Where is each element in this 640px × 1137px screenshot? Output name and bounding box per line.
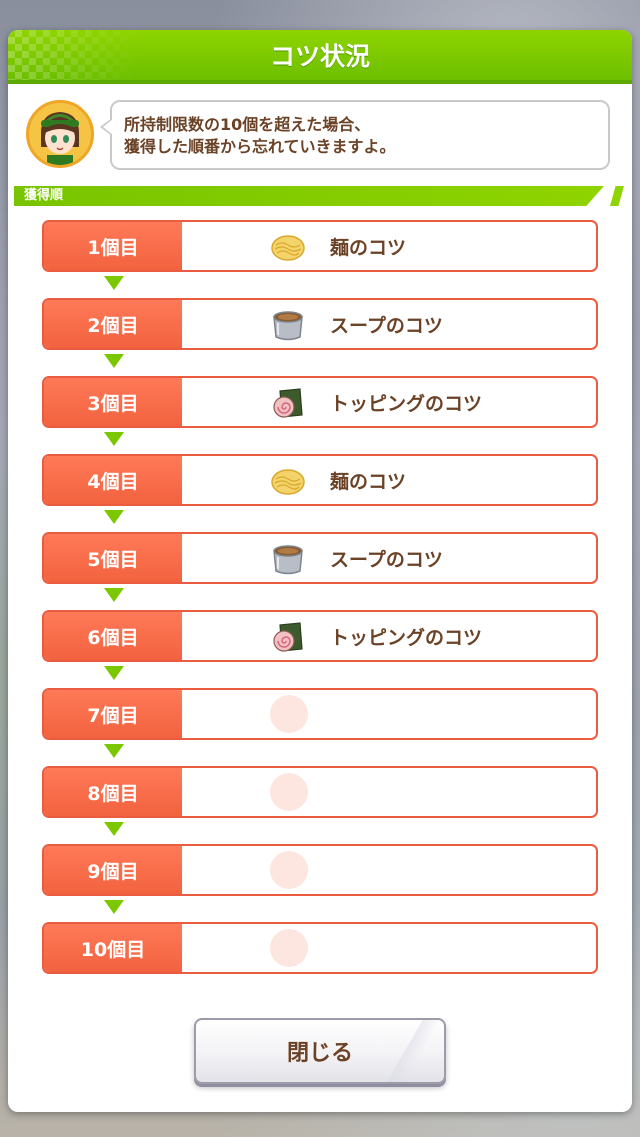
noodle-icon xyxy=(271,469,305,495)
empty-slot-icon xyxy=(270,851,308,889)
down-arrow-icon xyxy=(104,432,124,446)
down-arrow-icon xyxy=(104,588,124,602)
down-arrow-icon xyxy=(104,744,124,758)
tips-status-dialog: コツ状況 所持制限数の10個を超えた場合、 獲得した順番から忘れていきますよ。 xyxy=(8,30,632,1112)
empty-slot-icon xyxy=(270,929,308,967)
slot-number: 7個目 xyxy=(44,690,182,738)
down-arrow-icon xyxy=(104,666,124,680)
message-row: 所持制限数の10個を超えた場合、 獲得した順番から忘れていきますよ。 xyxy=(26,100,616,172)
character-avatar xyxy=(26,100,94,168)
slot-row: 8個目 xyxy=(42,766,598,818)
message-line-1: 所持制限数の10個を超えた場合、 xyxy=(124,115,371,134)
slot-number: 10個目 xyxy=(44,924,182,972)
slot-number: 4個目 xyxy=(44,456,182,504)
noodle-icon xyxy=(271,235,305,261)
slot-item-name: スープのコツ xyxy=(330,548,443,571)
speech-bubble: 所持制限数の10個を超えた場合、 獲得した順番から忘れていきますよ。 xyxy=(100,100,610,170)
empty-slot-icon xyxy=(270,773,308,811)
slot-row: 3個目 トッピングのコツ xyxy=(42,376,598,428)
slot-item-name: 麺のコツ xyxy=(330,236,407,259)
down-arrow-icon xyxy=(104,900,124,914)
slot-number: 8個目 xyxy=(44,768,182,816)
message-line-2: 獲得した順番から忘れていきますよ。 xyxy=(124,137,396,156)
slot-row: 5個目 スープのコツ xyxy=(42,532,598,584)
slot-number: 9個目 xyxy=(44,846,182,894)
slot-row: 2個目 スープのコツ xyxy=(42,298,598,350)
slot-number: 1個目 xyxy=(44,222,182,270)
dialog-header: コツ状況 xyxy=(8,30,632,84)
section-label: 獲得順 xyxy=(24,188,64,203)
slot-number: 6個目 xyxy=(44,612,182,660)
slot-item-name: スープのコツ xyxy=(330,314,443,337)
down-arrow-icon xyxy=(104,276,124,290)
slot-row: 4個目 麺のコツ xyxy=(42,454,598,506)
empty-slot-icon xyxy=(270,695,308,733)
slot-row: 7個目 xyxy=(42,688,598,740)
down-arrow-icon xyxy=(104,354,124,368)
soup-pot-icon xyxy=(273,311,303,341)
slot-row: 6個目 トッピングのコツ xyxy=(42,610,598,662)
slot-row: 10個目 xyxy=(42,922,598,974)
slot-row: 9個目 xyxy=(42,844,598,896)
down-arrow-icon xyxy=(104,510,124,524)
slot-item-name: トッピングのコツ xyxy=(330,392,483,415)
slot-number: 3個目 xyxy=(44,378,182,426)
dialog-title: コツ状況 xyxy=(269,42,370,71)
close-button[interactable]: 閉じる xyxy=(194,1018,446,1084)
slot-row: 1個目 麺のコツ xyxy=(42,220,598,272)
soup-pot-icon xyxy=(273,545,303,575)
slot-item-name: トッピングのコツ xyxy=(330,626,483,649)
down-arrow-icon xyxy=(104,822,124,836)
slot-number: 5個目 xyxy=(44,534,182,582)
topping-icon xyxy=(273,388,303,418)
slot-number: 2個目 xyxy=(44,300,182,348)
topping-icon xyxy=(273,622,303,652)
section-header: 獲得順 xyxy=(14,186,626,206)
slot-item-name: 麺のコツ xyxy=(330,470,407,493)
